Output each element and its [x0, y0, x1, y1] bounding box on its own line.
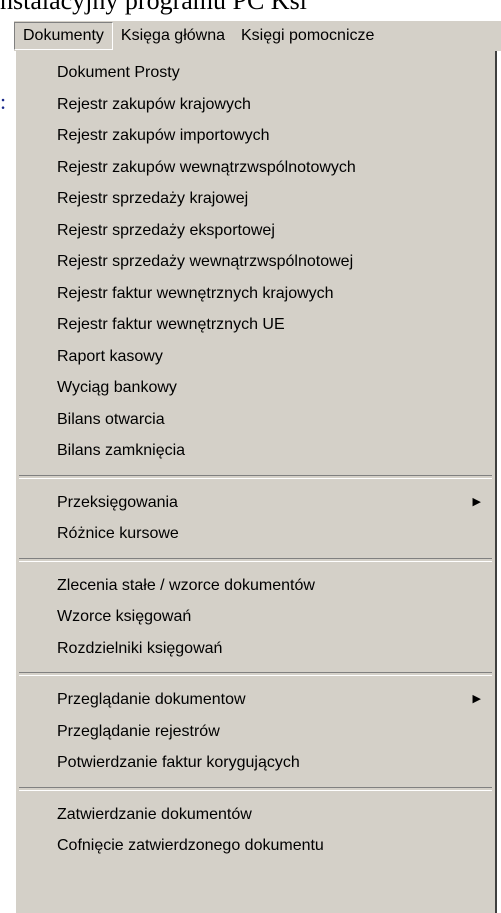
menu-group-approval: Zatwierdzanie dokumentów Cofnięcie zatwi…: [16, 799, 495, 862]
menu-separator: [19, 474, 492, 479]
menu-item-rejestr-sprzedazy-eksportowej[interactable]: Rejestr sprzedaży eksportowej: [16, 215, 495, 247]
menu-item-rejestr-faktur-wewnetrznych-krajowych[interactable]: Rejestr faktur wewnętrznych krajowych: [16, 278, 495, 310]
menu-item-potwierdzanie-faktur-korygujacych[interactable]: Potwierdzanie faktur korygujących: [16, 747, 495, 779]
background-document-text: nstalacyjny programu PC Ksi: [0, 0, 307, 15]
menu-item-rejestr-zakupow-wewnatrzwspolnotowych[interactable]: Rejestr zakupów wewnątrzwspólnotowych: [16, 152, 495, 184]
menu-group-documents: Dokument Prosty Rejestr zakupów krajowyc…: [16, 51, 495, 467]
menu-item-bilans-zamkniecia[interactable]: Bilans zamknięcia: [16, 435, 495, 467]
menu-separator: [19, 557, 492, 562]
menu-item-rejestr-zakupow-krajowych[interactable]: Rejestr zakupów krajowych: [16, 89, 495, 121]
background-colon: :: [0, 89, 7, 114]
menu-item-rejestr-zakupow-importowych[interactable]: Rejestr zakupów importowych: [16, 120, 495, 152]
menu-item-zatwierdzanie-dokumentow[interactable]: Zatwierdzanie dokumentów: [16, 799, 495, 831]
menubar-item-ksiegi-pomocnicze[interactable]: Księgi pomocnicze: [233, 22, 382, 50]
menu-item-raport-kasowy[interactable]: Raport kasowy: [16, 341, 495, 373]
menu-item-dokument-prosty[interactable]: Dokument Prosty: [16, 57, 495, 89]
menu-group-templates: Zlecenia stałe / wzorce dokumentów Wzorc…: [16, 570, 495, 665]
menu-group-postings: Przeksięgowania ▶ Różnice kursowe: [16, 487, 495, 550]
menu-item-rejestr-sprzedazy-krajowej[interactable]: Rejestr sprzedaży krajowej: [16, 183, 495, 215]
dokumenty-dropdown-menu: Dokument Prosty Rejestr zakupów krajowyc…: [14, 51, 497, 913]
menu-group-browse: Przeglądanie dokumentow ▶ Przeglądanie r…: [16, 684, 495, 779]
menu-item-label: Przeksięgowania: [57, 493, 178, 511]
triangle-right-icon: ▶: [472, 693, 481, 705]
menu-item-przeksiegowania[interactable]: Przeksięgowania ▶: [16, 487, 495, 519]
triangle-right-icon: ▶: [472, 495, 481, 508]
menu-item-wzorce-ksiegowan[interactable]: Wzorce księgowań: [16, 601, 495, 633]
menu-item-roznice-kursowe[interactable]: Różnice kursowe: [16, 518, 495, 550]
menu-item-rozdzielniki-ksiegowan[interactable]: Rozdzielniki księgowań: [16, 633, 495, 665]
screen-root: nstalacyjny programu PC Ksi : Dokumenty …: [0, 0, 501, 913]
menu-item-label: Przeglądanie dokumentow: [57, 691, 246, 708]
menubar-item-ksiega-glowna[interactable]: Księga główna: [113, 22, 233, 50]
menu-item-zlecenia-stale[interactable]: Zlecenia stałe / wzorce dokumentów: [16, 570, 495, 602]
menu-item-cofniecie-zatwierdzonego-dokumentu[interactable]: Cofnięcie zatwierdzonego dokumentu: [16, 830, 495, 862]
menu-item-przegladanie-rejestrow[interactable]: Przeglądanie rejestrów: [16, 716, 495, 748]
menubar-item-dokumenty[interactable]: Dokumenty: [14, 22, 113, 50]
menu-item-bilans-otwarcia[interactable]: Bilans otwarcia: [16, 404, 495, 436]
menubar: Dokumenty Księga główna Księgi pomocnicz…: [14, 20, 501, 51]
menu-separator: [19, 672, 492, 676]
menu-item-przegladanie-dokumentow[interactable]: Przeglądanie dokumentow ▶: [16, 684, 495, 716]
menu-separator: [19, 786, 492, 791]
menu-item-rejestr-sprzedazy-wewnatrzwspolnotowej[interactable]: Rejestr sprzedaży wewnątrzwspólnotowej: [16, 246, 495, 278]
menu-item-rejestr-faktur-wewnetrznych-ue[interactable]: Rejestr faktur wewnętrznych UE: [16, 309, 495, 341]
menu-item-wyciag-bankowy[interactable]: Wyciąg bankowy: [16, 372, 495, 404]
